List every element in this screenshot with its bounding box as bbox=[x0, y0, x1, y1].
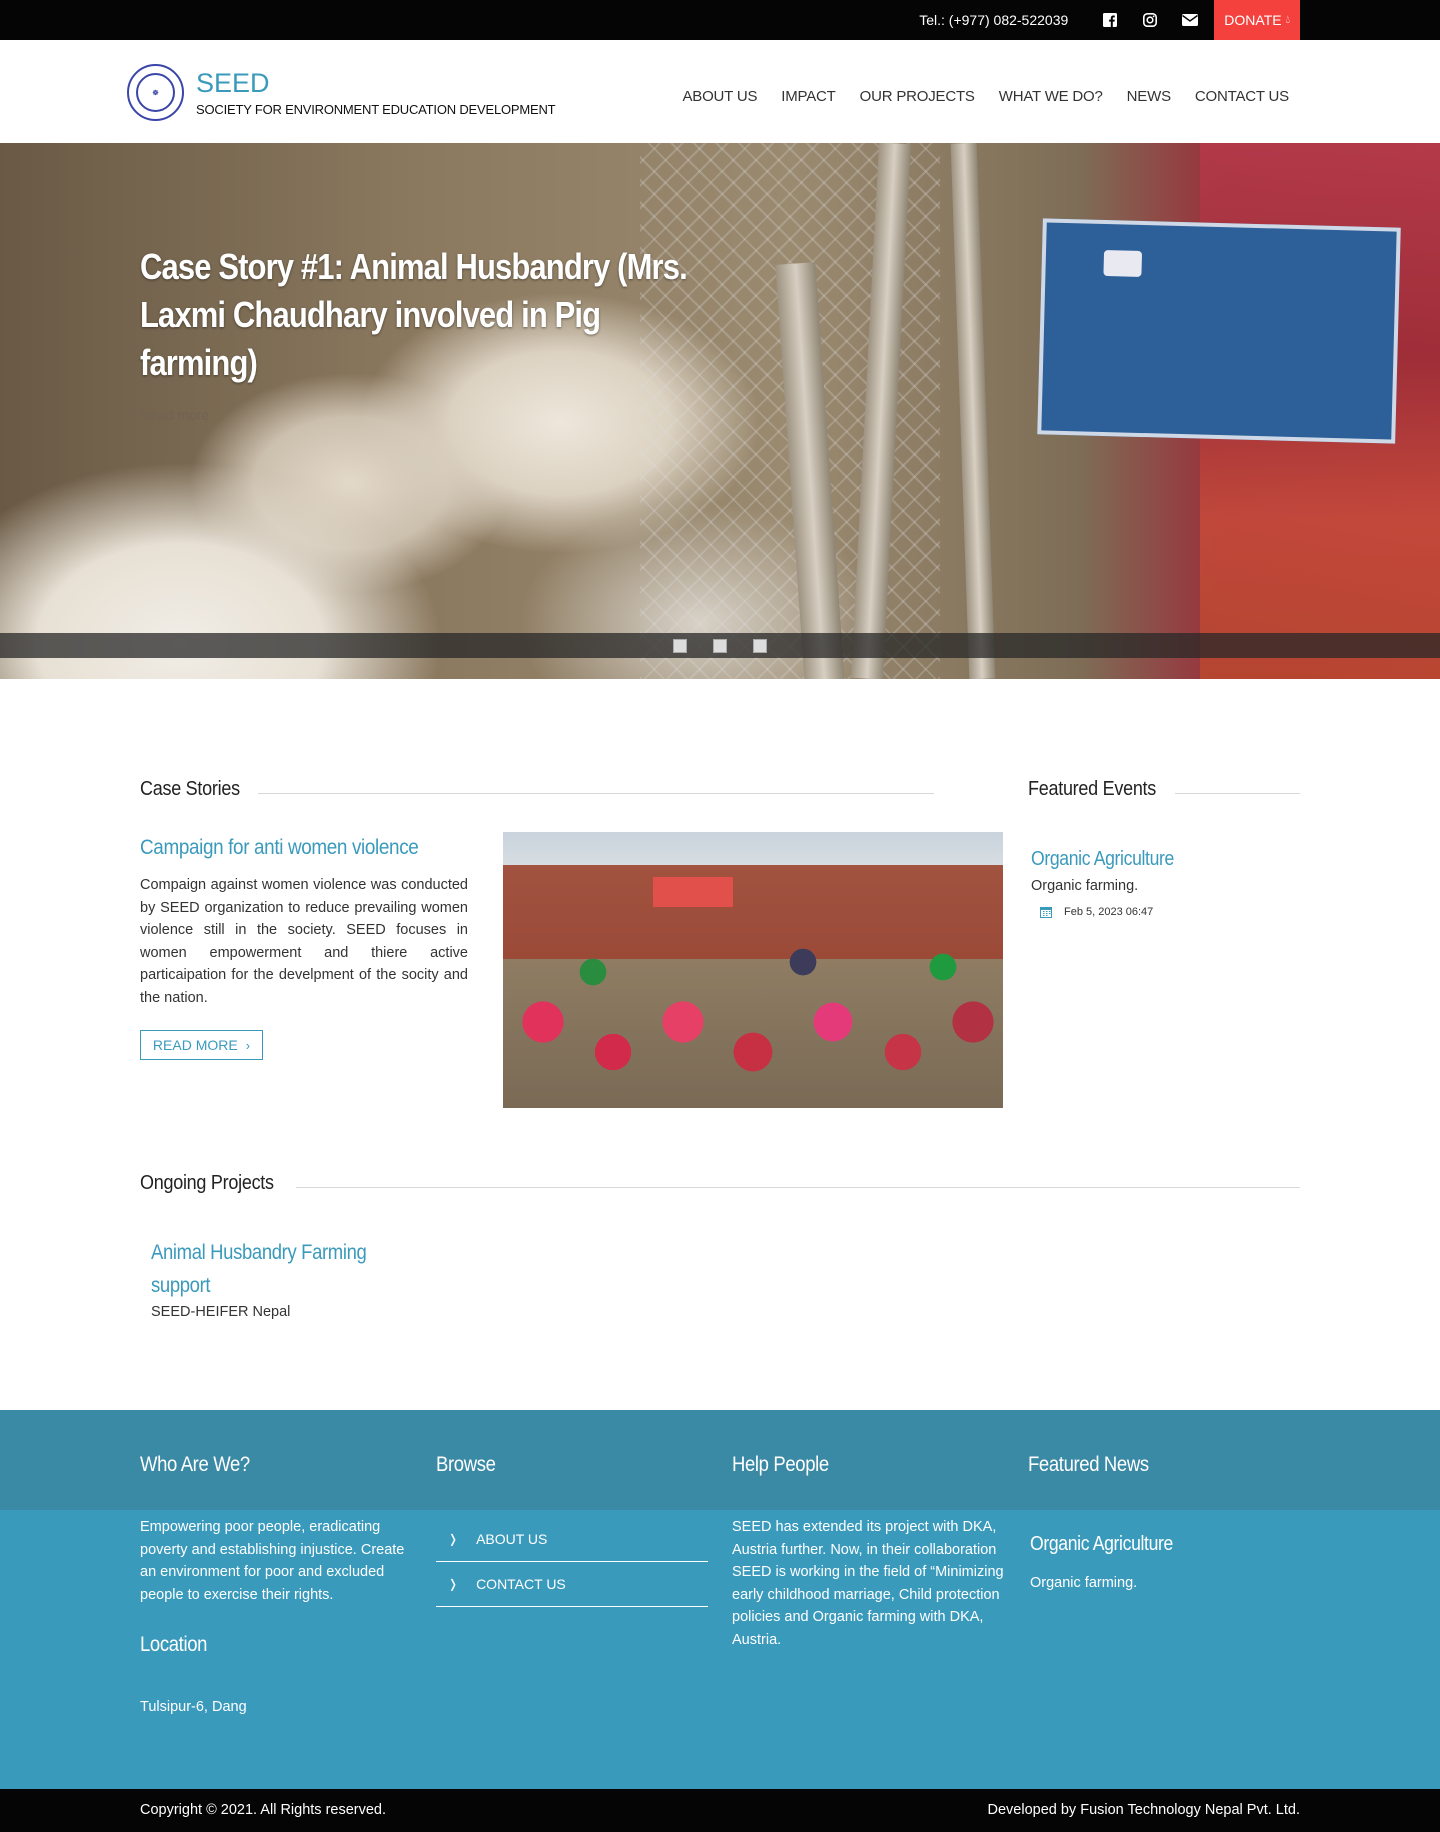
chevron-right-icon: ❭ bbox=[448, 1577, 459, 1591]
news-title[interactable]: Organic Agriculture bbox=[1030, 1533, 1173, 1556]
help-people-heading: Help People bbox=[732, 1453, 829, 1476]
hero-title: Case Story #1: Animal Husbandry (Mrs. La… bbox=[140, 246, 688, 383]
case-story-title[interactable]: Campaign for anti women violence bbox=[140, 836, 419, 860]
hero-signboard bbox=[1037, 218, 1401, 444]
help-people-text: SEED has extended its project with DKA, … bbox=[732, 1519, 1004, 1648]
nav-contact-us[interactable]: CONTACT US bbox=[1195, 88, 1289, 105]
divider bbox=[296, 1187, 1300, 1188]
copyright-text: Copyright © 2021. All Rights reserved. bbox=[140, 1802, 387, 1818]
event-date: Feb 5, 2023 06:47 bbox=[1040, 906, 1153, 918]
news-text: Organic farming. bbox=[1030, 1575, 1138, 1591]
instagram-icon[interactable] bbox=[1130, 0, 1170, 40]
who-are-we-text: Empowering poor people, eradicating pove… bbox=[140, 1519, 405, 1603]
slider-dot[interactable] bbox=[673, 638, 687, 653]
donate-button[interactable]: DONATE 💧︎ bbox=[1214, 0, 1300, 40]
location-text: Tulsipur-6, Dang bbox=[140, 1699, 247, 1715]
signboard-emblem bbox=[1103, 249, 1143, 277]
event-title[interactable]: Organic Agriculture bbox=[1031, 848, 1174, 871]
read-more-button[interactable]: READ MORE › bbox=[140, 1030, 263, 1060]
slider-pager bbox=[0, 633, 1440, 658]
envelope-icon[interactable] bbox=[1170, 0, 1210, 40]
divider bbox=[258, 793, 934, 794]
featured-events-heading: Featured Events bbox=[1028, 778, 1157, 800]
ongoing-projects-heading: Ongoing Projects bbox=[140, 1172, 274, 1194]
footer-link-label: ABOUT US bbox=[476, 1531, 548, 1547]
slider-dot[interactable] bbox=[753, 638, 767, 653]
hero-read-more-link[interactable]: Read more bbox=[140, 407, 740, 423]
hero-slider[interactable]: Case Story #1: Animal Husbandry (Mrs. La… bbox=[0, 143, 1440, 679]
slider-dot[interactable] bbox=[713, 638, 727, 653]
fence-pole bbox=[950, 143, 996, 679]
logo-emblem-icon: ☸ bbox=[136, 73, 175, 112]
site-footer: Who Are We? Empowering poor people, erad… bbox=[0, 1410, 1440, 1789]
hero-caption: Case Story #1: Animal Husbandry (Mrs. La… bbox=[140, 243, 740, 423]
drop-icon: 💧︎ bbox=[1285, 13, 1290, 26]
event-text: Organic farming. bbox=[1031, 878, 1139, 894]
bottom-bar: Copyright © 2021. All Rights reserved. D… bbox=[0, 1789, 1440, 1832]
footer-link-label: CONTACT US bbox=[476, 1576, 566, 1592]
logo[interactable]: ☸ bbox=[127, 64, 184, 121]
footer-link-contact-us[interactable]: ❭ CONTACT US bbox=[436, 1562, 708, 1607]
facebook-icon[interactable] bbox=[1090, 0, 1130, 40]
divider bbox=[1175, 793, 1300, 794]
site-header: ☸ SEED SOCIETY FOR ENVIRONMENT EDUCATION… bbox=[0, 40, 1440, 143]
phone-number[interactable]: Tel.: (+977) 082-522039 bbox=[919, 12, 1068, 28]
photo-banner bbox=[653, 877, 733, 907]
nav-news[interactable]: NEWS bbox=[1127, 88, 1171, 105]
location-heading: Location bbox=[140, 1633, 208, 1656]
project-partner: SEED-HEIFER Nepal bbox=[151, 1304, 291, 1320]
read-more-label: READ MORE bbox=[152, 1037, 238, 1053]
chevron-right-icon: › bbox=[245, 1037, 251, 1053]
footer-link-about-us[interactable]: ❭ ABOUT US bbox=[436, 1517, 708, 1562]
nav-our-projects[interactable]: OUR PROJECTS bbox=[860, 88, 975, 105]
nav-about-us[interactable]: ABOUT US bbox=[682, 88, 757, 105]
event-date-text: Feb 5, 2023 06:47 bbox=[1064, 906, 1154, 918]
main-nav: ABOUT US IMPACT OUR PROJECTS WHAT WE DO?… bbox=[658, 88, 1289, 105]
brand-name[interactable]: SEED bbox=[196, 68, 270, 99]
case-story-photo bbox=[503, 832, 1003, 1108]
donate-label: DONATE bbox=[1224, 12, 1282, 28]
calendar-icon bbox=[1040, 907, 1052, 918]
top-bar: Tel.: (+977) 082-522039 DONATE 💧︎ bbox=[0, 0, 1440, 40]
featured-news-heading: Featured News bbox=[1028, 1453, 1149, 1476]
case-story-body: Compaign against women violence was cond… bbox=[140, 877, 468, 1006]
who-are-we-heading: Who Are We? bbox=[140, 1453, 250, 1476]
project-title[interactable]: Animal Husbandry Farming support bbox=[151, 1236, 380, 1302]
chevron-right-icon: ❭ bbox=[448, 1532, 459, 1546]
browse-heading: Browse bbox=[436, 1453, 496, 1476]
photo-crowd bbox=[503, 942, 1003, 1108]
case-stories-heading: Case Stories bbox=[140, 778, 240, 800]
brand-tagline: SOCIETY FOR ENVIRONMENT EDUCATION DEVELO… bbox=[196, 102, 556, 117]
nav-impact[interactable]: IMPACT bbox=[781, 88, 836, 105]
nav-what-we-do[interactable]: WHAT WE DO? bbox=[999, 88, 1103, 105]
developer-credit[interactable]: Developed by Fusion Technology Nepal Pvt… bbox=[988, 1802, 1300, 1818]
